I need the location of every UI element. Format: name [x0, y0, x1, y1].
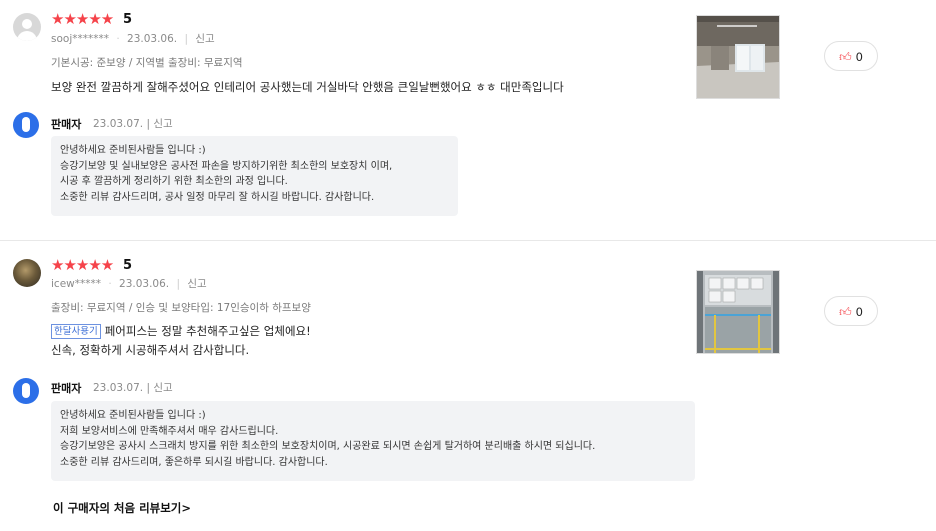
star-rating-icons: ★★★★★: [51, 256, 114, 274]
review-date: 23.03.06.: [119, 278, 170, 290]
seller-reply-box: 안녕하세요 준비된사람들 입니다 :) 저희 보양서비스에 만족해주셔서 매우 …: [51, 401, 695, 481]
seller-reply-meta: 23.03.07. | 신고: [93, 382, 173, 394]
review-photo-thumbnail[interactable]: [696, 270, 780, 354]
reviewer-id: sooj*******: [51, 33, 109, 45]
month-use-badge: 한달사용기: [51, 324, 101, 339]
seller-report-link[interactable]: 신고: [153, 382, 172, 394]
like-button[interactable]: 👍︎ 0: [824, 296, 878, 326]
report-link[interactable]: 신고: [187, 278, 206, 290]
reply-line: 시공 후 깔끔하게 정리하기 위한 최소한의 과정 입니다.: [60, 176, 288, 187]
like-count: 0: [855, 50, 863, 64]
review-text-line: 페어피스는 정말 추천해주고싶은 업체에요!: [104, 324, 311, 338]
reply-line: 승강기보양 및 실내보양은 공사전 파손을 방지하기위한 최소한의 보호장치 이…: [60, 160, 393, 172]
first-review-link-label: 이 구매자의 처음 리뷰보기: [53, 501, 182, 515]
like-button[interactable]: 👍︎ 0: [824, 41, 878, 71]
seller-report-link[interactable]: 신고: [153, 118, 172, 130]
first-review-link[interactable]: 이 구매자의 처음 리뷰보기>: [53, 500, 191, 516]
reply-line: 소중한 리뷰 감사드리며, 좋은하루 되시길 바랍니다. 감사합니다.: [60, 456, 328, 468]
review-divider: [0, 240, 936, 241]
review-photo-thumbnail[interactable]: [696, 15, 780, 99]
review-meta: icew***** · 23.03.06. | 신고: [51, 278, 207, 290]
purchase-options: 출장비: 무료지역 / 인승 및 보양타입: 17인승이하 하프보양: [51, 302, 311, 314]
reply-line: 안녕하세요 준비된사람들 입니다 :): [60, 410, 206, 421]
reviewer-id: icew*****: [51, 278, 101, 290]
reply-line: 안녕하세요 준비된사람들 입니다 :): [60, 145, 206, 156]
thumbs-up-icon: 👍︎: [839, 305, 852, 319]
seller-logo-icon: [13, 112, 39, 138]
seller-label: 판매자: [51, 118, 82, 131]
chevron-right-icon: >: [181, 501, 192, 515]
review-text: 보양 완전 깔끔하게 잘해주셨어요 인테리어 공사했는데 거실바닥 안했음 큰일…: [51, 79, 564, 96]
reply-line: 승강기보양은 공사시 스크래치 방지를 위한 최소한의 보호장치이며, 시공완료…: [60, 441, 596, 452]
review-text-line: 신속, 정확하게 시공해주셔서 감사합니다.: [51, 343, 250, 357]
user-avatar: [13, 259, 41, 287]
review-text-line: 보양 완전 깔끔하게 잘해주셨어요 인테리어 공사했는데 거실바닥 안했음 큰일…: [51, 80, 564, 94]
seller-logo-icon: [13, 378, 39, 404]
seller-reply-box: 안녕하세요 준비된사람들 입니다 :) 승강기보양 및 실내보양은 공사전 파손…: [51, 136, 458, 216]
reply-line: 저희 보양서비스에 만족해주셔서 매우 감사드립니다.: [60, 425, 279, 437]
seller-reply-meta: 23.03.07. | 신고: [93, 118, 173, 130]
seller-reply-date: 23.03.07.: [93, 118, 144, 130]
rating-score: 5: [123, 12, 133, 27]
star-rating-icons: ★★★★★: [51, 10, 114, 28]
review-date: 23.03.06.: [127, 33, 178, 45]
seller-reply-date: 23.03.07.: [93, 382, 144, 394]
thumbs-up-icon: 👍︎: [839, 50, 852, 64]
review-text: 한달사용기 페어피스는 정말 추천해주고싶은 업체에요! 신속, 정확하게 시공해…: [51, 323, 311, 359]
reply-line: 소중한 리뷰 감사드리며, 공사 일정 마무리 잘 하시길 바랍니다. 감사합니…: [60, 191, 375, 203]
purchase-options: 기본시공: 준보양 / 지역별 출장비: 무료지역: [51, 57, 243, 69]
review-meta: sooj******* · 23.03.06. | 신고: [51, 33, 215, 45]
seller-label: 판매자: [51, 382, 82, 395]
default-avatar-icon: [13, 13, 41, 41]
report-link[interactable]: 신고: [195, 33, 214, 45]
like-count: 0: [855, 305, 863, 319]
rating-score: 5: [123, 258, 133, 273]
